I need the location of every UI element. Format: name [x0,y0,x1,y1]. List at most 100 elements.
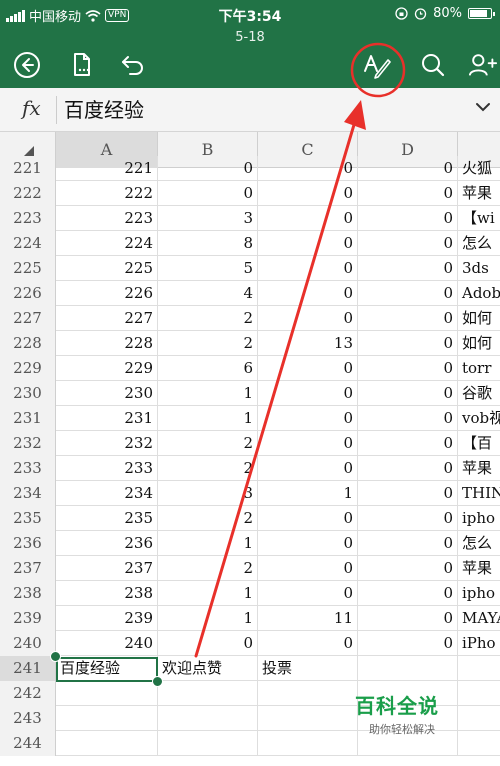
row-header[interactable]: 242 [0,681,56,706]
row-header[interactable]: 238 [0,581,56,606]
cell-b[interactable]: 0 [158,631,258,656]
row-header[interactable]: 226 [0,281,56,306]
row-header[interactable]: 230 [0,381,56,406]
row-header[interactable]: 225 [0,256,56,281]
cell-c[interactable] [258,706,358,731]
cell-c[interactable]: 0 [258,256,358,281]
selected-cell-a241[interactable] [56,657,158,682]
cell-e[interactable]: 如何 [458,306,500,331]
cell-e[interactable]: vob视 [458,406,500,431]
row-header[interactable]: 244 [0,731,56,756]
row-header[interactable]: 224 [0,231,56,256]
cell-a[interactable]: 226 [56,281,158,306]
cell-d[interactable]: 0 [358,181,458,206]
cell-d[interactable]: 0 [358,631,458,656]
cell-b[interactable]: 6 [158,356,258,381]
cell-e[interactable]: ipho [458,506,500,531]
cell-b[interactable]: 1 [158,606,258,631]
cell-d[interactable]: 0 [358,156,458,181]
cell-b[interactable]: 2 [158,556,258,581]
cell-b[interactable] [158,681,258,706]
cell-b[interactable]: 3 [158,206,258,231]
cell-d[interactable]: 0 [358,231,458,256]
cell-d[interactable]: 0 [358,356,458,381]
cell-a[interactable]: 221 [56,156,158,181]
cell-a[interactable]: 227 [56,306,158,331]
cell-c[interactable]: 0 [258,506,358,531]
cell-c[interactable]: 0 [258,431,358,456]
cell-c[interactable]: 0 [258,456,358,481]
selection-handle-bottom[interactable] [152,676,163,687]
formula-content[interactable]: 百度经验 [64,94,144,123]
row-header[interactable]: 231 [0,406,56,431]
cell-c[interactable]: 0 [258,631,358,656]
cell-b[interactable]: 5 [158,256,258,281]
row-header[interactable]: 232 [0,431,56,456]
row-header[interactable]: 239 [0,606,56,631]
cell-a[interactable]: 236 [56,531,158,556]
cell-e[interactable]: 苹果 [458,456,500,481]
cell-e[interactable]: 苹果 [458,181,500,206]
cell-c[interactable] [258,731,358,756]
cell-a[interactable] [56,706,158,731]
cell-a[interactable]: 222 [56,181,158,206]
cell-e[interactable]: 如何 [458,331,500,356]
cell-e[interactable] [458,656,500,681]
cell-e[interactable]: 怎么 [458,531,500,556]
cell-c[interactable]: 0 [258,556,358,581]
cell-a[interactable]: 235 [56,506,158,531]
share-button[interactable] [468,50,498,80]
cell-d[interactable]: 0 [358,481,458,506]
cell-b[interactable] [158,731,258,756]
row-header[interactable]: 241 [0,656,56,681]
edit-button[interactable] [362,50,392,80]
cell-b[interactable]: 1 [158,531,258,556]
row-header[interactable]: 221 [0,156,56,181]
row-header[interactable]: 223 [0,206,56,231]
cell-c[interactable]: 0 [258,306,358,331]
cell-b[interactable] [158,706,258,731]
cell-d[interactable]: 0 [358,381,458,406]
cell-d[interactable]: 0 [358,281,458,306]
cell-a[interactable]: 230 [56,381,158,406]
row-header[interactable]: 234 [0,481,56,506]
cell-a[interactable] [56,731,158,756]
undo-button[interactable] [118,50,148,80]
cell-c[interactable]: 0 [258,281,358,306]
cell-d[interactable] [358,656,458,681]
cell-e[interactable]: Adob [458,281,500,306]
cell-e[interactable]: 苹果 [458,556,500,581]
cell-e[interactable]: ipho [458,581,500,606]
cell-c[interactable]: 0 [258,531,358,556]
row-header[interactable]: 228 [0,331,56,356]
file-menu-button[interactable] [68,50,98,80]
cell-e[interactable]: 3ds [458,256,500,281]
cell-d[interactable]: 0 [358,256,458,281]
cell-d[interactable]: 0 [358,606,458,631]
formula-bar[interactable]: fx 百度经验 [0,88,500,132]
cell-e[interactable]: 【百 [458,431,500,456]
cell-d[interactable]: 0 [358,406,458,431]
cell-b[interactable]: 2 [158,431,258,456]
cell-d[interactable]: 0 [358,306,458,331]
row-header[interactable]: 235 [0,506,56,531]
cell-c[interactable]: 0 [258,581,358,606]
cell-d[interactable]: 0 [358,206,458,231]
cell-b[interactable]: 2 [158,506,258,531]
cell-c[interactable]: 11 [258,606,358,631]
cell-d[interactable]: 0 [358,531,458,556]
back-button[interactable] [12,50,42,80]
row-header[interactable]: 233 [0,456,56,481]
cell-c[interactable]: 投票 [258,656,358,681]
cell-a[interactable]: 231 [56,406,158,431]
cell-b[interactable]: 4 [158,281,258,306]
cell-a[interactable] [56,681,158,706]
cell-b[interactable]: 2 [158,306,258,331]
cell-c[interactable]: 0 [258,181,358,206]
cell-e[interactable]: THIN [458,481,500,506]
cell-d[interactable]: 0 [358,556,458,581]
cell-c[interactable]: 1 [258,481,358,506]
row-header[interactable]: 222 [0,181,56,206]
cell-b[interactable]: 欢迎点赞 [158,656,258,681]
cell-a[interactable]: 223 [56,206,158,231]
